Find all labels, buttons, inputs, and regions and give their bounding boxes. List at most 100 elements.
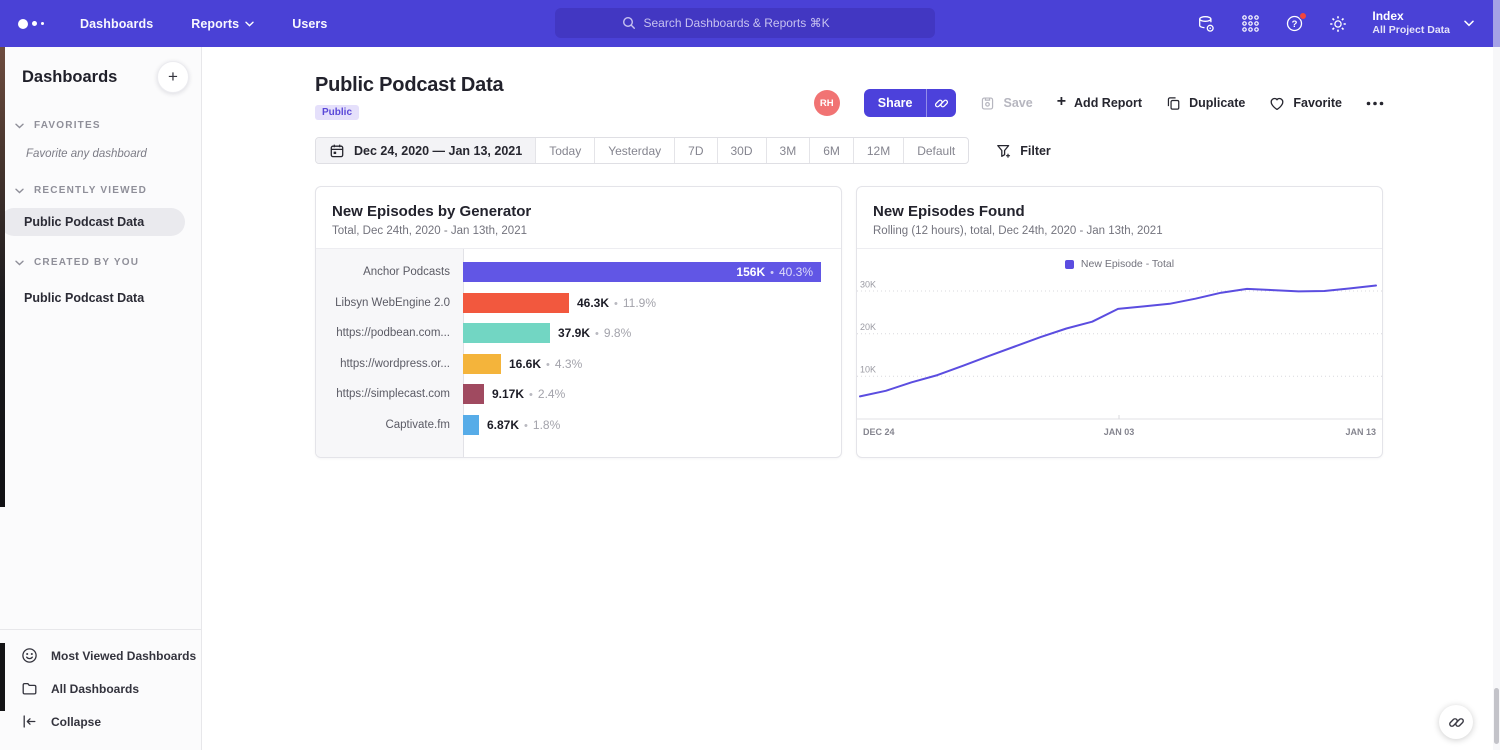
svg-text:?: ? bbox=[1291, 19, 1297, 30]
card-new-episodes-found: New Episodes Found Rolling (12 hours), t… bbox=[856, 186, 1383, 458]
bar-category-label: Anchor Podcasts bbox=[316, 266, 463, 278]
bar-segment[interactable]: 156K•40.3% bbox=[463, 262, 821, 282]
copy-link-fab[interactable] bbox=[1439, 705, 1473, 739]
app-window: Dashboards Reports Users ? bbox=[0, 0, 1500, 750]
duplicate-button[interactable]: Duplicate bbox=[1166, 96, 1245, 111]
sidebar-item-public-podcast-data-2[interactable]: Public Podcast Data bbox=[0, 284, 185, 312]
settings-icon[interactable] bbox=[1328, 14, 1348, 34]
page-title: Public Podcast Data bbox=[315, 74, 503, 97]
preset-3m[interactable]: 3M bbox=[767, 138, 811, 163]
bar-category-label: https://wordpress.or... bbox=[316, 358, 463, 370]
date-range-bar: Dec 24, 2020 — Jan 13, 2021 Today Yester… bbox=[315, 137, 969, 164]
favorites-empty-state: Favorite any dashboard bbox=[26, 148, 201, 160]
line-chart: New Episode - Total 30K 20K 10K bbox=[857, 248, 1382, 458]
top-navbar: Dashboards Reports Users ? bbox=[0, 0, 1500, 47]
filter-button[interactable]: Filter bbox=[996, 143, 1051, 159]
copy-icon bbox=[1166, 96, 1181, 111]
help-icon[interactable]: ? bbox=[1284, 14, 1304, 34]
bar-category-label: Libsyn WebEngine 2.0 bbox=[316, 297, 463, 309]
section-favorites[interactable]: FAVORITES bbox=[0, 120, 201, 131]
chevron-down-icon bbox=[1464, 20, 1474, 27]
global-search[interactable] bbox=[555, 8, 935, 38]
bar-zone: 16.6K•4.3% bbox=[463, 354, 841, 374]
notification-badge bbox=[1299, 12, 1307, 20]
line-plot[interactable]: 30K 20K 10K DEC 24 JAN 03 JAN 13 bbox=[857, 271, 1382, 443]
most-viewed-dashboards-button[interactable]: Most Viewed Dashboards bbox=[0, 639, 201, 672]
preset-yesterday[interactable]: Yesterday bbox=[595, 138, 675, 163]
bar-row: Anchor Podcasts 156K•40.3% bbox=[316, 257, 841, 288]
share-link-button[interactable] bbox=[926, 89, 956, 117]
date-range-button[interactable]: Dec 24, 2020 — Jan 13, 2021 bbox=[316, 138, 536, 163]
avatar[interactable]: RH bbox=[814, 90, 840, 116]
card-title[interactable]: New Episodes Found bbox=[873, 203, 1366, 220]
bar-segment[interactable] bbox=[463, 354, 501, 374]
collapse-sidebar-button[interactable]: Collapse bbox=[0, 705, 201, 738]
preset-today[interactable]: Today bbox=[536, 138, 595, 163]
sidebar-footer: Most Viewed Dashboards All Dashboards Co… bbox=[0, 629, 201, 750]
all-dashboards-button[interactable]: All Dashboards bbox=[0, 672, 201, 705]
new-dashboard-button[interactable]: + bbox=[157, 61, 189, 93]
apps-grid-icon[interactable] bbox=[1240, 14, 1260, 34]
favorite-button[interactable]: Favorite bbox=[1269, 96, 1342, 111]
bar-segment[interactable] bbox=[463, 384, 484, 404]
date-toolbar: Dec 24, 2020 — Jan 13, 2021 Today Yester… bbox=[315, 137, 1051, 164]
plus-icon: + bbox=[1057, 94, 1066, 110]
add-report-button[interactable]: + Add Report bbox=[1057, 96, 1142, 110]
bar-segment[interactable] bbox=[463, 415, 479, 435]
filter-icon bbox=[996, 143, 1012, 159]
folder-icon bbox=[21, 680, 38, 697]
bar-zone: 46.3K•11.9% bbox=[463, 293, 841, 313]
chevron-down-icon bbox=[15, 188, 24, 194]
search-icon bbox=[622, 16, 636, 30]
preset-6m[interactable]: 6M bbox=[810, 138, 854, 163]
card-title[interactable]: New Episodes by Generator bbox=[332, 203, 825, 220]
bar-zone: 9.17K•2.4% bbox=[463, 384, 841, 404]
share-split-button: Share bbox=[864, 89, 957, 117]
share-button[interactable]: Share bbox=[864, 89, 927, 117]
preset-default[interactable]: Default bbox=[904, 138, 968, 163]
y-tick-10k: 10K bbox=[860, 365, 876, 375]
preset-12m[interactable]: 12M bbox=[854, 138, 904, 163]
app-logo[interactable] bbox=[18, 19, 54, 29]
search-input[interactable] bbox=[644, 16, 869, 30]
report-cards: New Episodes by Generator Total, Dec 24t… bbox=[315, 186, 1383, 458]
project-switcher[interactable]: Index All Project Data bbox=[1372, 9, 1474, 37]
bar-row: Libsyn WebEngine 2.046.3K•11.9% bbox=[316, 288, 841, 319]
bar-value-label: 16.6K•4.3% bbox=[509, 357, 582, 371]
sidebar-item-public-podcast-data[interactable]: Public Podcast Data bbox=[0, 208, 185, 236]
bar-zone: 6.87K•1.8% bbox=[463, 415, 841, 435]
legend-item[interactable]: New Episode - Total bbox=[857, 249, 1382, 270]
screen-edge-artifact bbox=[0, 643, 5, 711]
link-icon bbox=[934, 96, 949, 111]
nav-dashboards[interactable]: Dashboards bbox=[80, 17, 153, 31]
chevron-down-icon bbox=[15, 123, 24, 129]
bar-category-label: Captivate.fm bbox=[316, 419, 463, 431]
calendar-icon bbox=[329, 143, 345, 159]
x-tick-jan03: JAN 03 bbox=[1104, 427, 1135, 437]
bar-segment[interactable] bbox=[463, 323, 550, 343]
bar-row: https://wordpress.or... 16.6K•4.3% bbox=[316, 349, 841, 380]
visibility-badge: Public bbox=[315, 105, 359, 120]
preset-30d[interactable]: 30D bbox=[718, 138, 767, 163]
nav-users[interactable]: Users bbox=[292, 17, 327, 31]
card-subtitle: Total, Dec 24th, 2020 - Jan 13th, 2021 bbox=[332, 225, 825, 237]
primary-nav: Dashboards Reports Users bbox=[80, 17, 327, 31]
preset-7d[interactable]: 7D bbox=[675, 138, 717, 163]
x-tick-dec24: DEC 24 bbox=[863, 427, 895, 437]
bar-segment[interactable] bbox=[463, 293, 569, 313]
save-button[interactable]: Save bbox=[980, 96, 1032, 111]
nav-reports[interactable]: Reports bbox=[191, 17, 254, 31]
card-new-episodes-by-generator: New Episodes by Generator Total, Dec 24t… bbox=[315, 186, 842, 458]
section-recently-viewed[interactable]: RECENTLY VIEWED bbox=[0, 185, 201, 196]
bar-category-label: https://podbean.com... bbox=[316, 327, 463, 339]
scrollbar-thumb[interactable] bbox=[1494, 688, 1499, 744]
section-created-by-you[interactable]: CREATED BY YOU bbox=[0, 257, 201, 268]
sidebar: Dashboards + FAVORITES Favorite any dash… bbox=[0, 47, 202, 750]
line-series[interactable] bbox=[860, 286, 1376, 397]
bar-value-label: 156K•40.3% bbox=[736, 265, 813, 279]
bar-row: Captivate.fm6.87K•1.8% bbox=[316, 410, 841, 441]
data-icon[interactable] bbox=[1196, 14, 1216, 34]
heart-icon bbox=[1269, 96, 1285, 111]
more-options-button[interactable] bbox=[1366, 101, 1384, 106]
x-tick-jan13: JAN 13 bbox=[1345, 427, 1376, 437]
